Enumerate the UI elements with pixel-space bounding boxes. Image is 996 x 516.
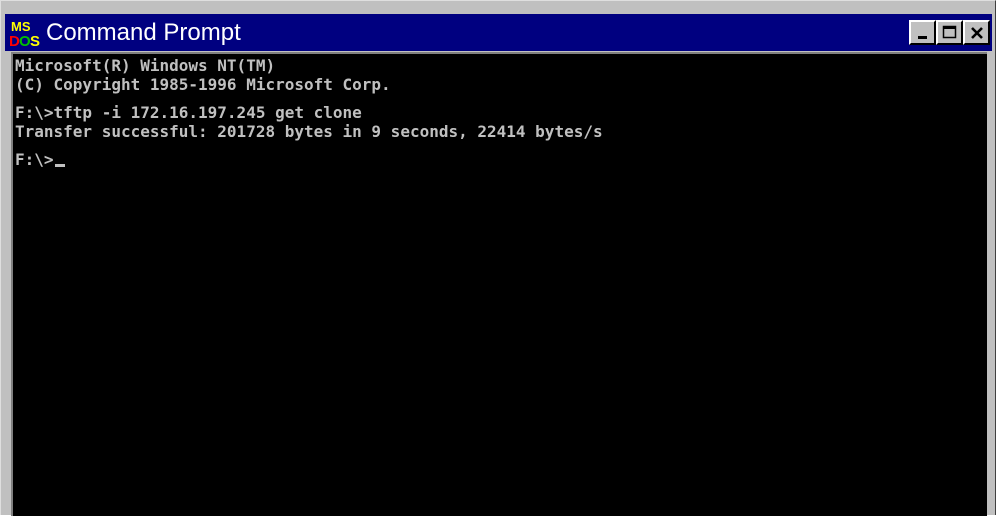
console-line-command: F:\>tftp -i 172.16.197.245 get clone	[15, 103, 362, 122]
ms-dos-icon: MS D O S	[9, 18, 41, 48]
title-bar[interactable]: MS D O S Command Prompt	[5, 14, 992, 51]
console-line-banner: Microsoft(R) Windows NT(TM)	[15, 56, 276, 75]
svg-text:S: S	[30, 33, 40, 48]
prompt-text: F:\>	[15, 150, 54, 169]
svg-text:MS: MS	[11, 19, 31, 34]
close-button[interactable]	[963, 20, 990, 45]
window-title: Command Prompt	[46, 19, 241, 46]
console-line-copyright: (C) Copyright 1985-1996 Microsoft Corp.	[15, 75, 391, 94]
minimize-button[interactable]	[909, 20, 936, 45]
text-cursor	[54, 164, 65, 167]
maximize-button[interactable]	[936, 20, 963, 45]
console-prompt-line[interactable]: F:\>	[15, 150, 987, 169]
close-icon	[970, 26, 983, 39]
minimize-icon	[917, 35, 927, 39]
console-line-result: Transfer successful: 201728 bytes in 9 s…	[15, 122, 603, 141]
maximize-icon	[942, 25, 956, 39]
command-prompt-window: MS D O S Command Prompt Microsoft(R) Win…	[0, 0, 996, 516]
console-output[interactable]: Microsoft(R) Windows NT(TM) (C) Copyrigh…	[11, 52, 987, 516]
